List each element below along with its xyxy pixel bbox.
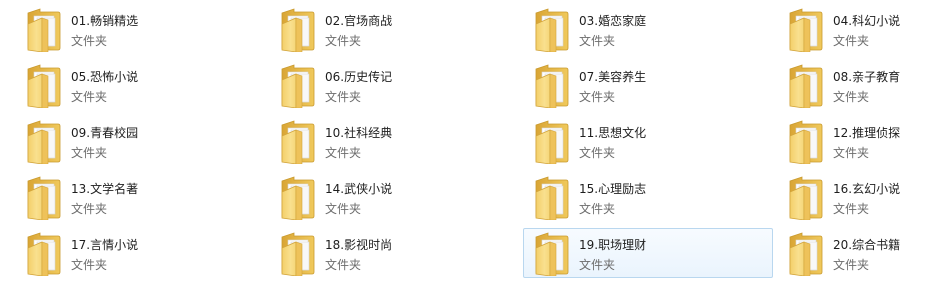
folder-name: 09.青春校园 [71, 126, 139, 140]
folder-type: 文件夹 [833, 34, 870, 48]
folder-item[interactable]: 05.恐怖小说 文件夹 [20, 60, 270, 110]
folder-type: 文件夹 [325, 202, 362, 216]
folder-name: 16.玄幻小说 [833, 182, 901, 196]
folder-name: 02.官场商战 [325, 14, 393, 28]
folder-icon [532, 64, 570, 108]
folder-name: 04.科幻小说 [833, 14, 901, 28]
folder-item[interactable]: 01.畅销精选 文件夹 [20, 4, 270, 54]
folder-name: 12.推理侦探 [833, 126, 901, 140]
folder-icon [278, 232, 316, 276]
folder-item-selected[interactable]: 19.职场理财 文件夹 [523, 228, 773, 278]
folder-name: 06.历史传记 [325, 70, 393, 84]
folder-type: 文件夹 [579, 146, 616, 160]
folder-item[interactable]: 15.心理励志 文件夹 [528, 172, 778, 222]
folder-icon [278, 8, 316, 52]
folder-name: 15.心理励志 [579, 182, 647, 196]
folder-name: 20.综合书籍 [833, 238, 901, 252]
folder-type: 文件夹 [833, 146, 870, 160]
folder-type: 文件夹 [71, 34, 108, 48]
folder-icon [786, 64, 824, 108]
folder-item[interactable]: 03.婚恋家庭 文件夹 [528, 4, 778, 54]
folder-name: 17.言情小说 [71, 238, 139, 252]
folder-item[interactable]: 12.推理侦探 文件夹 [782, 116, 932, 166]
folder-item[interactable]: 02.官场商战 文件夹 [274, 4, 524, 54]
folder-icon [532, 8, 570, 52]
file-grid: 01.畅销精选 文件夹 02.官场商战 文件夹 03.婚恋家庭 文件夹 04.科… [0, 0, 935, 304]
folder-item[interactable]: 13.文学名著 文件夹 [20, 172, 270, 222]
folder-name: 01.畅销精选 [71, 14, 139, 28]
folder-name: 03.婚恋家庭 [579, 14, 647, 28]
folder-icon [24, 8, 62, 52]
folder-type: 文件夹 [325, 146, 362, 160]
folder-icon [532, 232, 570, 276]
folder-type: 文件夹 [833, 90, 870, 104]
folder-icon [786, 232, 824, 276]
folder-icon [532, 176, 570, 220]
folder-icon [278, 64, 316, 108]
folder-type: 文件夹 [325, 34, 362, 48]
folder-type: 文件夹 [579, 258, 616, 272]
folder-name: 11.思想文化 [579, 126, 647, 140]
folder-item[interactable]: 06.历史传记 文件夹 [274, 60, 524, 110]
folder-item[interactable]: 14.武侠小说 文件夹 [274, 172, 524, 222]
folder-icon [786, 120, 824, 164]
folder-item[interactable]: 16.玄幻小说 文件夹 [782, 172, 932, 222]
folder-item[interactable]: 18.影视时尚 文件夹 [274, 228, 524, 278]
folder-type: 文件夹 [325, 90, 362, 104]
folder-icon [786, 8, 824, 52]
folder-name: 05.恐怖小说 [71, 70, 139, 84]
folder-name: 10.社科经典 [325, 126, 393, 140]
folder-type: 文件夹 [833, 258, 870, 272]
folder-name: 14.武侠小说 [325, 182, 393, 196]
folder-type: 文件夹 [579, 90, 616, 104]
folder-icon [24, 176, 62, 220]
folder-icon [532, 120, 570, 164]
folder-item[interactable]: 10.社科经典 文件夹 [274, 116, 524, 166]
folder-icon [24, 64, 62, 108]
folder-name: 07.美容养生 [579, 70, 647, 84]
folder-name: 19.职场理财 [579, 238, 647, 252]
folder-icon [786, 176, 824, 220]
folder-type: 文件夹 [579, 202, 616, 216]
folder-name: 08.亲子教育 [833, 70, 901, 84]
folder-item[interactable]: 20.综合书籍 文件夹 [782, 228, 932, 278]
folder-type: 文件夹 [833, 202, 870, 216]
folder-item[interactable]: 07.美容养生 文件夹 [528, 60, 778, 110]
folder-icon [278, 176, 316, 220]
folder-name: 13.文学名著 [71, 182, 139, 196]
folder-type: 文件夹 [71, 258, 108, 272]
folder-type: 文件夹 [579, 34, 616, 48]
folder-item[interactable]: 09.青春校园 文件夹 [20, 116, 270, 166]
folder-item[interactable]: 17.言情小说 文件夹 [20, 228, 270, 278]
folder-icon [24, 120, 62, 164]
folder-item[interactable]: 11.思想文化 文件夹 [528, 116, 778, 166]
folder-icon [278, 120, 316, 164]
folder-type: 文件夹 [325, 258, 362, 272]
folder-icon [24, 232, 62, 276]
folder-item[interactable]: 04.科幻小说 文件夹 [782, 4, 932, 54]
folder-item[interactable]: 08.亲子教育 文件夹 [782, 60, 932, 110]
folder-type: 文件夹 [71, 146, 108, 160]
folder-type: 文件夹 [71, 202, 108, 216]
folder-type: 文件夹 [71, 90, 108, 104]
folder-name: 18.影视时尚 [325, 238, 393, 252]
